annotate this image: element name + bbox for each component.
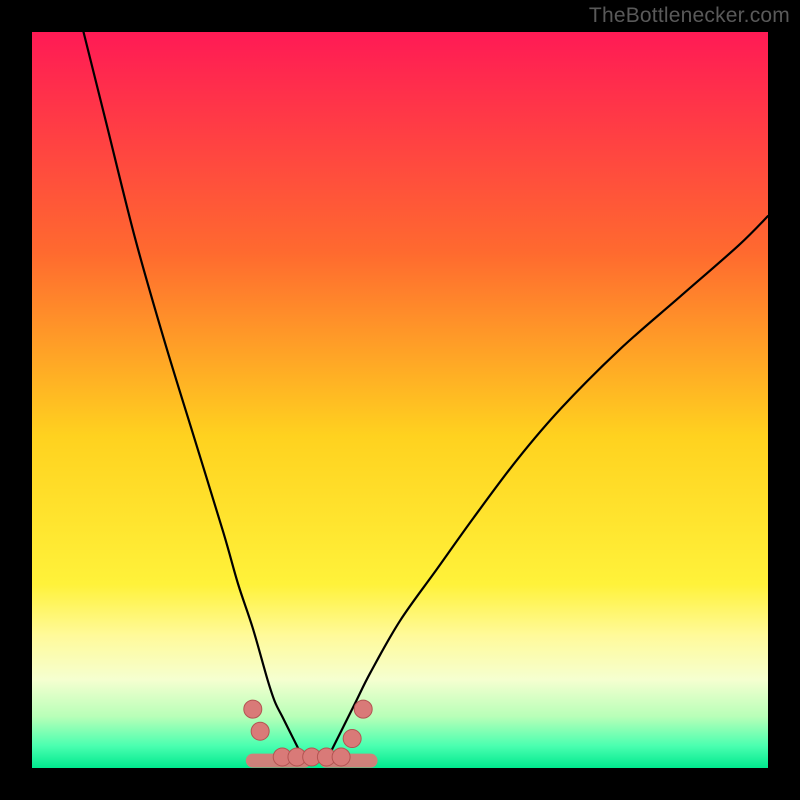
bottleneck-chart <box>0 0 800 800</box>
flat-marker <box>354 700 372 718</box>
chart-container: TheBottlenecker.com <box>0 0 800 800</box>
flat-marker <box>251 722 269 740</box>
flat-marker <box>343 730 361 748</box>
flat-marker <box>244 700 262 718</box>
attribution-text: TheBottlenecker.com <box>589 4 790 28</box>
plot-area <box>32 32 768 768</box>
flat-marker <box>332 748 350 766</box>
